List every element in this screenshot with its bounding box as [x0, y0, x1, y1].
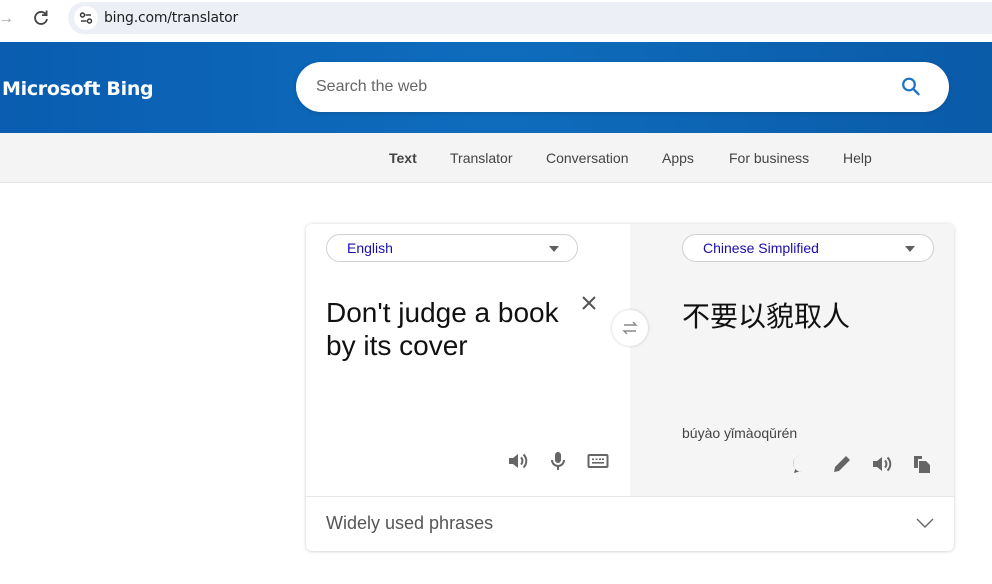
translator-card: English Don't judge a book by its cover … — [306, 224, 954, 551]
tab-apps[interactable]: Apps — [662, 150, 694, 166]
swap-languages-button[interactable] — [612, 310, 648, 346]
tab-text[interactable]: Text — [389, 150, 417, 166]
target-language-label: Chinese Simplified — [703, 240, 819, 256]
speaker-icon[interactable] — [870, 452, 894, 476]
copy-icon[interactable] — [910, 452, 934, 476]
chevron-down-icon — [549, 246, 559, 252]
site-info-icon[interactable] — [74, 6, 98, 30]
tab-conversation[interactable]: Conversation — [546, 150, 629, 166]
source-pane: English Don't judge a book by its cover — [306, 224, 630, 496]
url-text[interactable]: bing.com/translator — [104, 10, 238, 26]
speaker-icon[interactable] — [506, 449, 530, 473]
bing-logo[interactable]: Microsoft Bing — [2, 78, 154, 100]
tab-translator[interactable]: Translator — [450, 150, 513, 166]
browser-toolbar: → bing.com/translator — [0, 0, 992, 40]
forward-arrow-icon[interactable]: → — [0, 9, 14, 29]
search-input[interactable] — [316, 62, 876, 112]
reload-icon[interactable] — [31, 8, 51, 28]
pencil-icon[interactable] — [830, 452, 854, 476]
address-bar[interactable]: bing.com/translator — [68, 2, 992, 34]
bing-header: Microsoft Bing — [0, 42, 992, 133]
target-language-select[interactable]: Chinese Simplified — [682, 234, 934, 262]
source-language-select[interactable]: English — [326, 234, 578, 262]
chevron-down-icon — [915, 515, 935, 531]
translated-text: 不要以貌取人 — [682, 300, 851, 333]
comment-icon[interactable] — [790, 452, 814, 476]
phrases-label: Widely used phrases — [326, 513, 494, 533]
keyboard-icon[interactable] — [586, 449, 610, 473]
clear-icon[interactable] — [580, 294, 598, 312]
microphone-icon[interactable] — [546, 449, 570, 473]
tab-help[interactable]: Help — [843, 150, 872, 166]
target-pane: Chinese Simplified 不要以貌取人 búyào yǐmàoqǔr… — [630, 224, 954, 496]
source-text-input[interactable]: Don't judge a book by its cover — [326, 296, 576, 362]
widely-used-phrases-expander[interactable]: Widely used phrases — [306, 497, 954, 551]
transliteration-text: búyào yǐmàoqǔrén — [682, 425, 798, 441]
search-box — [296, 62, 949, 112]
search-icon[interactable] — [899, 75, 923, 99]
translator-nav: Text Translator Conversation Apps For bu… — [0, 133, 992, 183]
tab-for-business[interactable]: For business — [729, 150, 809, 166]
source-language-label: English — [347, 240, 393, 256]
chevron-down-icon — [905, 246, 915, 252]
